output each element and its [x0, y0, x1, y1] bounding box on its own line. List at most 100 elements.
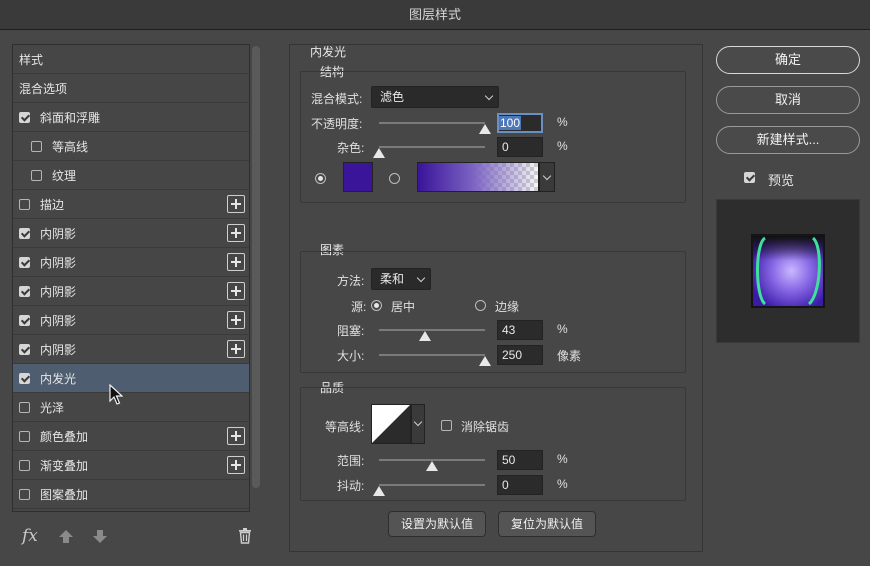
technique-value: 柔和: [380, 272, 405, 286]
add-effect-plus-icon[interactable]: [227, 340, 245, 358]
style-list-item[interactable]: 内阴影: [13, 248, 249, 277]
chevron-down-icon: [413, 417, 423, 427]
style-checkbox[interactable]: [19, 401, 30, 413]
style-list-item[interactable]: 内阴影: [13, 277, 249, 306]
style-list-item[interactable]: 样式: [13, 45, 249, 74]
add-effect-plus-icon[interactable]: [227, 224, 245, 242]
blend-mode-label: 混合模式:: [311, 92, 363, 106]
range-input[interactable]: 50: [497, 450, 543, 470]
blend-mode-value: 滤色: [380, 90, 405, 104]
style-list-item-label: 图案叠加: [40, 487, 89, 502]
style-list-item-label: 描边: [40, 197, 65, 212]
add-effect-plus-icon[interactable]: [227, 195, 245, 213]
style-checkbox[interactable]: [19, 227, 30, 239]
opacity-slider[interactable]: [379, 122, 485, 124]
add-effect-plus-icon[interactable]: [227, 311, 245, 329]
blend-mode-select[interactable]: 滤色: [371, 86, 499, 108]
jitter-slider[interactable]: [379, 484, 485, 486]
choke-value: 43: [502, 323, 516, 337]
style-checkbox[interactable]: [31, 169, 42, 181]
move-down-icon[interactable]: [92, 528, 108, 544]
style-checkbox[interactable]: [31, 140, 42, 152]
size-input[interactable]: 250: [497, 345, 543, 365]
style-list-item[interactable]: 混合选项: [13, 74, 249, 103]
move-up-icon[interactable]: [58, 528, 74, 544]
noise-slider-thumb[interactable]: [373, 148, 385, 158]
gradient-mode-radio[interactable]: [389, 173, 400, 184]
style-list-item-label: 内阴影: [40, 255, 77, 270]
jitter-input[interactable]: 0: [497, 475, 543, 495]
style-preview: [716, 199, 860, 343]
opacity-input[interactable]: 100: [497, 113, 543, 133]
inner-glow-panel: 内发光 结构 混合模式: 滤色 不透明度: 100 % 杂色: 0 % 图素 方…: [289, 44, 703, 552]
noise-label: 杂色:: [337, 141, 365, 155]
style-list-item-label: 纹理: [52, 168, 77, 183]
choke-slider-thumb[interactable]: [418, 331, 431, 341]
gradient-picker-button[interactable]: [539, 162, 555, 192]
style-list-item[interactable]: 内阴影: [13, 219, 249, 248]
style-checkbox[interactable]: [19, 459, 30, 471]
range-slider-thumb[interactable]: [426, 461, 438, 471]
style-list-item-label: 渐变叠加: [40, 458, 89, 473]
ok-button[interactable]: 确定: [716, 46, 860, 74]
style-checkbox[interactable]: [19, 198, 30, 210]
style-list-item-label: 内阴影: [40, 342, 77, 357]
source-edge-radio[interactable]: [475, 300, 486, 311]
style-list-scrollbar[interactable]: [252, 46, 260, 488]
source-center-radio[interactable]: [371, 300, 382, 311]
antialias-checkbox[interactable]: [441, 420, 452, 431]
color-mode-radio[interactable]: [315, 173, 326, 184]
style-list-item[interactable]: 内阴影: [13, 306, 249, 335]
add-effect-plus-icon[interactable]: [227, 427, 245, 445]
opacity-slider-thumb[interactable]: [479, 124, 491, 134]
size-slider[interactable]: [379, 354, 485, 356]
reset-default-button[interactable]: 复位为默认值: [498, 511, 596, 537]
preview-checkbox[interactable]: [744, 172, 755, 183]
add-effect-plus-icon[interactable]: [227, 282, 245, 300]
style-list-item-label: 混合选项: [19, 81, 68, 96]
noise-input[interactable]: 0: [497, 137, 543, 157]
choke-slider[interactable]: [379, 329, 485, 331]
noise-slider[interactable]: [379, 146, 485, 148]
style-list-item[interactable]: 光泽: [13, 393, 249, 422]
trash-icon[interactable]: [238, 528, 252, 544]
source-edge-label: 边缘: [495, 300, 520, 314]
panel-title: 内发光: [310, 45, 347, 59]
contour-picker-button[interactable]: [411, 404, 425, 444]
jitter-slider-thumb[interactable]: [373, 486, 385, 496]
style-checkbox[interactable]: [19, 111, 30, 123]
new-style-button[interactable]: 新建样式...: [716, 126, 860, 154]
style-list-item-label: 内阴影: [40, 226, 77, 241]
add-effect-plus-icon[interactable]: [227, 456, 245, 474]
style-list-item[interactable]: 描边: [13, 190, 249, 219]
style-checkbox[interactable]: [19, 256, 30, 268]
style-list-item[interactable]: 颜色叠加: [13, 422, 249, 451]
size-slider-thumb[interactable]: [479, 356, 491, 366]
cancel-button[interactable]: 取消: [716, 86, 860, 114]
style-checkbox[interactable]: [19, 285, 30, 297]
style-checkbox[interactable]: [19, 343, 30, 355]
quality-group: 等高线: 消除锯齿 范围: 50 % 抖动: 0 %: [300, 387, 686, 501]
style-checkbox[interactable]: [19, 430, 30, 442]
style-list-item[interactable]: 渐变叠加: [13, 451, 249, 480]
opacity-unit: %: [557, 115, 568, 129]
contour-preview[interactable]: [371, 404, 411, 444]
style-checkbox[interactable]: [19, 372, 30, 384]
style-list-item[interactable]: 内发光: [13, 364, 249, 393]
style-list-item[interactable]: 图案叠加: [13, 480, 249, 509]
glow-color-swatch[interactable]: [343, 162, 373, 192]
make-default-button[interactable]: 设置为默认值: [388, 511, 486, 537]
style-checkbox[interactable]: [19, 488, 30, 500]
noise-value: 0: [502, 140, 509, 154]
style-list-item[interactable]: 纹理: [13, 161, 249, 190]
fx-menu-button[interactable]: fx: [22, 526, 38, 546]
choke-input[interactable]: 43: [497, 320, 543, 340]
add-effect-plus-icon[interactable]: [227, 253, 245, 271]
style-list-item-label: 等高线: [52, 139, 89, 154]
gradient-preview[interactable]: [417, 162, 539, 192]
style-list-item[interactable]: 等高线: [13, 132, 249, 161]
style-list-item[interactable]: 内阴影: [13, 335, 249, 364]
style-checkbox[interactable]: [19, 314, 30, 326]
style-list-item[interactable]: 斜面和浮雕: [13, 103, 249, 132]
technique-select[interactable]: 柔和: [371, 268, 431, 290]
